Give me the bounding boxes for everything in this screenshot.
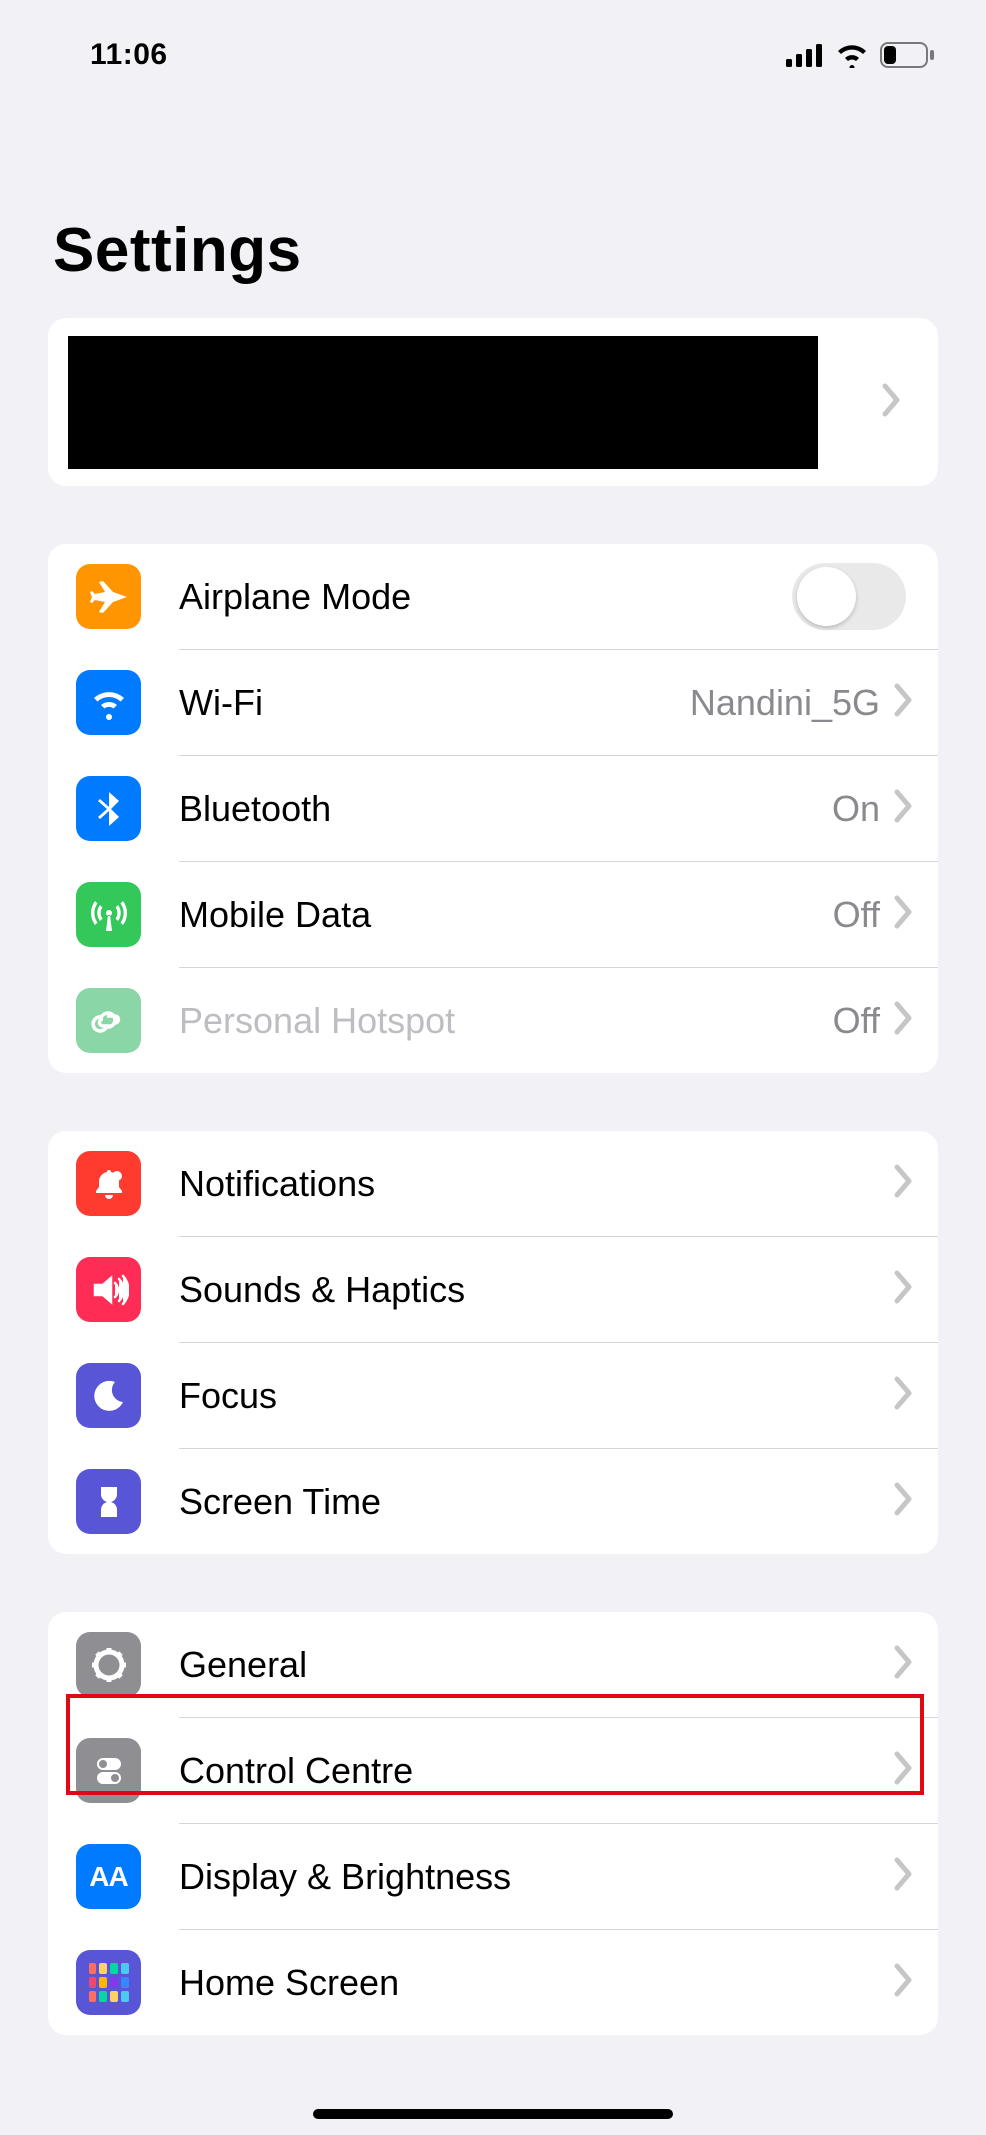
chevron-right-icon [894,1857,914,1896]
row-display-brightness[interactable]: AA Display & Brightness [48,1824,938,1929]
row-label: Notifications [179,1163,894,1205]
chevron-right-icon [882,383,914,422]
row-focus[interactable]: Focus [48,1343,938,1448]
chevron-right-icon [894,1482,914,1521]
row-general[interactable]: General [48,1612,938,1717]
row-label: Bluetooth [179,788,832,830]
row-label: General [179,1644,894,1686]
chevron-right-icon [894,1963,914,2002]
chevron-right-icon [894,1751,914,1790]
status-time: 11:06 [90,38,168,72]
general-group: General Control Centre AA Display & Brig… [48,1612,938,2035]
focus-icon [76,1363,141,1428]
row-label: Mobile Data [179,894,833,936]
row-value: Nandini_5G [690,682,880,724]
page-title: Settings [0,85,986,318]
account-redacted [68,336,818,469]
chevron-right-icon [894,1270,914,1309]
row-label: Airplane Mode [179,576,792,618]
chevron-right-icon [894,789,914,828]
row-label: Screen Time [179,1481,894,1523]
home-indicator [313,2109,673,2119]
wifi-icon [834,42,870,68]
row-label: Sounds & Haptics [179,1269,894,1311]
row-wifi[interactable]: Wi-Fi Nandini_5G [48,650,938,755]
antenna-icon [76,882,141,947]
notifications-icon [76,1151,141,1216]
row-label: Personal Hotspot [179,1000,833,1042]
battery-icon [880,42,936,68]
connectivity-group: Airplane Mode Wi-Fi Nandini_5G Bluetooth… [48,544,938,1073]
row-value: Off [833,1000,880,1042]
row-control-centre[interactable]: Control Centre [48,1718,938,1823]
row-home-screen[interactable]: Home Screen [48,1930,938,2035]
row-value: On [832,788,880,830]
row-mobile-data[interactable]: Mobile Data Off [48,862,938,967]
control-centre-icon [76,1738,141,1803]
sounds-icon [76,1257,141,1322]
row-sounds-haptics[interactable]: Sounds & Haptics [48,1237,938,1342]
row-label: Display & Brightness [179,1856,894,1898]
chevron-right-icon [894,1376,914,1415]
account-row[interactable] [48,318,938,486]
row-airplane-mode[interactable]: Airplane Mode [48,544,938,649]
row-label: Control Centre [179,1750,894,1792]
home-screen-icon [76,1950,141,2015]
gear-icon [76,1632,141,1697]
bluetooth-icon [76,776,141,841]
cellular-signal-icon [786,43,824,67]
chevron-right-icon [894,683,914,722]
row-label: Focus [179,1375,894,1417]
chevron-right-icon [894,1164,914,1203]
row-screen-time[interactable]: Screen Time [48,1449,938,1554]
status-bar: 11:06 [0,0,986,85]
hotspot-icon [76,988,141,1053]
row-notifications[interactable]: Notifications [48,1131,938,1236]
row-label: Home Screen [179,1962,894,2004]
row-label: Wi-Fi [179,682,690,724]
airplane-icon [76,564,141,629]
airplane-toggle[interactable] [792,563,906,630]
status-icons [786,42,936,68]
chevron-right-icon [894,1645,914,1684]
wifi-icon [76,670,141,735]
chevron-right-icon [894,1001,914,1040]
display-icon: AA [76,1844,141,1909]
row-personal-hotspot[interactable]: Personal Hotspot Off [48,968,938,1073]
notifications-group: Notifications Sounds & Haptics Focus Scr… [48,1131,938,1554]
screen-time-icon [76,1469,141,1534]
account-group [48,318,938,486]
row-value: Off [833,894,880,936]
row-bluetooth[interactable]: Bluetooth On [48,756,938,861]
chevron-right-icon [894,895,914,934]
